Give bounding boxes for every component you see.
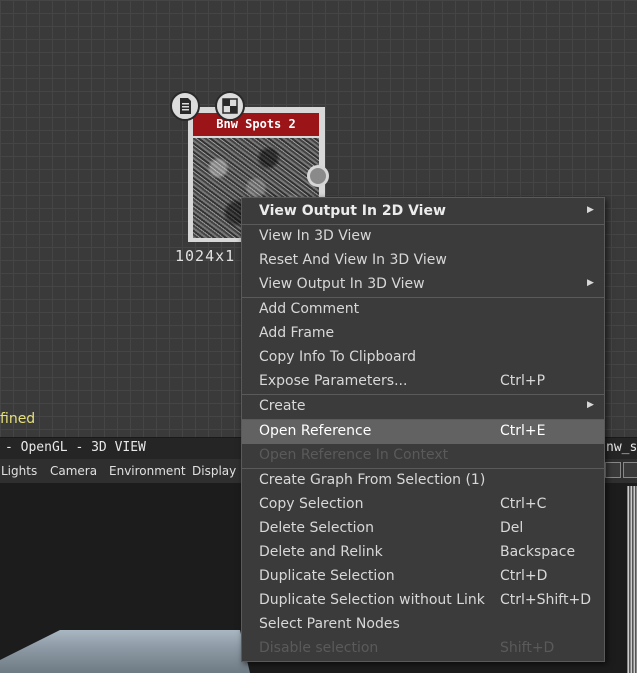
menu-item-label: Open Reference In Context <box>259 447 449 463</box>
menu-item-label: Disable selection <box>259 640 379 656</box>
menu-copy-selection[interactable]: Copy Selection Ctrl+C <box>242 493 604 517</box>
view-button[interactable] <box>623 462 637 478</box>
checker-icon-glyph <box>222 98 238 114</box>
menu-expose-parameters[interactable]: Expose Parameters... Ctrl+P <box>242 370 604 394</box>
menu-open-reference[interactable]: Open Reference Ctrl+E <box>242 420 604 444</box>
menu-duplicate-selection[interactable]: Duplicate Selection Ctrl+D <box>242 565 604 589</box>
menu-item-label: Copy Info To Clipboard <box>259 349 416 365</box>
menu-duplicate-without-link[interactable]: Duplicate Selection without Link Ctrl+Sh… <box>242 589 604 613</box>
status-text: fined <box>0 411 36 427</box>
menu-item-label: Add Frame <box>259 325 335 341</box>
submenu-arrow-icon: ▶ <box>587 205 594 215</box>
menu-item-shortcut: Ctrl+E <box>500 423 546 439</box>
menu-item-shortcut: Ctrl+D <box>500 568 548 584</box>
menu-item-label: View In 3D View <box>259 228 372 244</box>
menu-item-label: View Output In 2D View <box>259 203 446 219</box>
menu-select-parent-nodes[interactable]: Select Parent Nodes <box>242 613 604 637</box>
menu-item-label: Duplicate Selection <box>259 568 395 584</box>
menu-item-label: Add Comment <box>259 301 360 317</box>
menu-item-shortcut: Ctrl+P <box>500 373 546 389</box>
3d-view-title: - OpenGL - 3D VIEW <box>5 440 146 455</box>
view-button[interactable] <box>605 462 621 478</box>
menu-display[interactable]: Display <box>192 464 236 478</box>
context-menu: View Output In 2D View ▶ View In 3D View… <box>241 197 605 662</box>
submenu-arrow-icon: ▶ <box>587 278 594 288</box>
menu-item-label: Create <box>259 398 306 414</box>
menu-item-shortcut: Del <box>500 520 524 536</box>
menu-open-reference-in-context[interactable]: Open Reference In Context <box>242 444 604 468</box>
document-icon[interactable] <box>170 91 200 121</box>
menu-reset-and-view-3d[interactable]: Reset And View In 3D View <box>242 249 604 273</box>
menu-item-shortcut: Shift+D <box>500 640 555 656</box>
menu-item-shortcut: Backspace <box>500 544 576 560</box>
menu-item-label: Expose Parameters... <box>259 373 408 389</box>
menu-item-label: Copy Selection <box>259 496 364 512</box>
menu-item-label: Duplicate Selection without Link <box>259 592 485 608</box>
menu-create-graph-from-selection[interactable]: Create Graph From Selection (1) <box>242 469 604 493</box>
document-icon-glyph <box>180 98 191 114</box>
menu-disable-selection[interactable]: Disable selection Shift+D <box>242 637 604 661</box>
menu-item-label: Open Reference <box>259 423 372 439</box>
menu-view-output-2d[interactable]: View Output In 2D View ▶ <box>242 200 604 224</box>
menu-item-label: View Output In 3D View <box>259 276 425 292</box>
node-title: Bnw Spots 2 <box>193 113 319 136</box>
menu-item-label: Create Graph From Selection (1) <box>259 472 486 488</box>
menu-view-output-3d[interactable]: View Output In 3D View ▶ <box>242 273 604 297</box>
menu-lights[interactable]: Lights <box>1 464 37 478</box>
node-resolution: 1024x1 <box>175 247 236 265</box>
menu-delete-and-relink[interactable]: Delete and Relink Backspace <box>242 541 604 565</box>
node-output-port[interactable] <box>307 165 329 187</box>
menu-item-shortcut: Ctrl+Shift+D <box>500 592 591 608</box>
2d-view-title: nw_s <box>606 440 637 455</box>
checker-icon[interactable] <box>215 91 245 121</box>
menu-camera[interactable]: Camera <box>50 464 97 478</box>
menu-add-comment[interactable]: Add Comment <box>242 298 604 322</box>
menu-copy-info[interactable]: Copy Info To Clipboard <box>242 346 604 370</box>
menu-item-label: Reset And View In 3D View <box>259 252 447 268</box>
menu-add-frame[interactable]: Add Frame <box>242 322 604 346</box>
menu-item-label: Delete and Relink <box>259 544 383 560</box>
menu-view-in-3d[interactable]: View In 3D View <box>242 225 604 249</box>
menu-create[interactable]: Create ▶ <box>242 395 604 419</box>
menu-item-label: Delete Selection <box>259 520 374 536</box>
menu-delete-selection[interactable]: Delete Selection Del <box>242 517 604 541</box>
submenu-arrow-icon: ▶ <box>587 400 594 410</box>
2d-view-preview <box>627 486 637 673</box>
menu-environment[interactable]: Environment <box>109 464 186 478</box>
menu-item-label: Select Parent Nodes <box>259 616 400 632</box>
menu-item-shortcut: Ctrl+C <box>500 496 547 512</box>
